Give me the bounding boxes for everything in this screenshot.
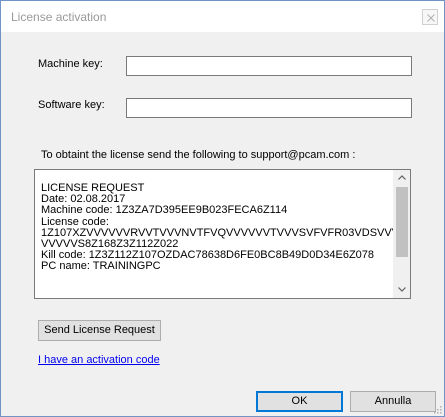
chevron-up-icon <box>398 175 406 180</box>
instructions-text: To obtaint the license send the followin… <box>41 149 356 161</box>
resize-grip-icon[interactable] <box>432 404 442 414</box>
chevron-down-icon <box>398 287 406 292</box>
cancel-button[interactable]: Annulla <box>350 391 436 412</box>
request-line: Machine code: 1Z3ZA7D395EE9B023FECA6Z114 <box>41 204 288 217</box>
machine-key-input[interactable] <box>126 56 412 76</box>
close-icon <box>427 14 435 22</box>
ok-button[interactable]: OK <box>256 391 343 412</box>
license-request-content: LICENSE REQUEST Date: 02.08.2017 Machine… <box>41 182 399 273</box>
machine-key-label: Machine key: <box>38 58 103 70</box>
request-line: PC name: TRAININGPC <box>41 260 161 273</box>
scroll-thumb[interactable] <box>396 187 408 257</box>
vertical-scrollbar[interactable] <box>393 170 410 298</box>
software-key-input[interactable] <box>126 98 412 118</box>
scroll-down-button[interactable] <box>394 282 410 298</box>
activation-code-link[interactable]: I have an activation code <box>38 354 160 366</box>
close-button[interactable] <box>422 9 438 25</box>
send-license-request-button[interactable]: Send License Request <box>38 320 161 341</box>
license-request-textbox[interactable]: LICENSE REQUEST Date: 02.08.2017 Machine… <box>34 169 411 299</box>
scroll-up-button[interactable] <box>394 170 410 186</box>
license-activation-dialog: License activation Machine key: Software… <box>0 0 445 417</box>
title-bar[interactable]: License activation <box>1 1 444 32</box>
window-title: License activation <box>11 10 107 24</box>
software-key-label: Software key: <box>38 99 105 111</box>
